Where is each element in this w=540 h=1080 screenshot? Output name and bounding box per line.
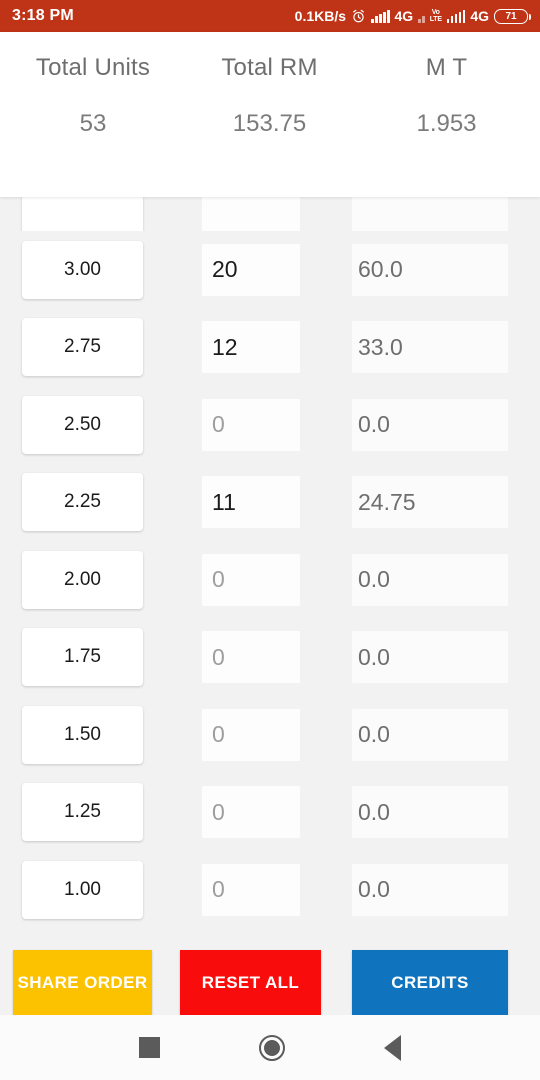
price-chip[interactable]: 2.50 <box>22 395 143 454</box>
alarm-clock-icon <box>353 9 364 22</box>
sim2-network-label: 4G <box>470 8 489 24</box>
network-speed-label: 0.1KB/s <box>294 8 347 24</box>
summary-column-mt: M T 1.953 <box>353 32 540 138</box>
quantity-input[interactable]: 0 <box>202 786 300 839</box>
price-chip[interactable]: 2.75 <box>22 318 143 377</box>
order-list[interactable]: 3.00 20 60.0 2.75 12 33.0 2.50 0 0.0 2.25 11 24.75 2… <box>0 185 540 930</box>
status-bar-icons: 0.1KB/s 4G Vo LTE 4G 71 <box>294 8 531 24</box>
volte-top-label: Vo <box>431 9 440 16</box>
price-chip[interactable]: 1.75 <box>22 628 143 687</box>
quantity-input[interactable]: 0 <box>202 398 300 451</box>
summary-value: 153.75 <box>232 110 307 137</box>
summary-label: Total RM <box>221 54 318 81</box>
table-row[interactable]: 2.00 0 0.0 <box>0 541 540 619</box>
quantity-input[interactable]: 0 <box>202 708 300 761</box>
credits-button[interactable]: CREDITS <box>352 950 508 1015</box>
square-recents-icon[interactable] <box>139 1037 161 1058</box>
quantity-input[interactable]: 12 <box>202 321 300 374</box>
app-screen: 3:18 PM 0.1KB/s 4G Vo LTE 4G 71 Total Un… <box>0 0 540 1080</box>
row-total-value: 24.75 <box>352 476 508 529</box>
volte-bottom-label: LTE <box>429 16 442 23</box>
price-chip[interactable]: 1.00 <box>22 860 143 919</box>
summary-value: 53 <box>79 110 107 137</box>
sim1-network-label: 4G <box>394 8 414 24</box>
android-nav-bar <box>0 1015 540 1080</box>
sim2-signal-bars-icon <box>446 9 466 23</box>
status-bar: 3:18 PM 0.1KB/s 4G Vo LTE 4G 71 <box>0 0 540 32</box>
sim1-signal-bars-icon <box>371 9 390 23</box>
battery-percent-label: 71 <box>505 10 517 22</box>
table-row[interactable]: 3.00 20 60.0 <box>0 231 540 309</box>
table-row[interactable]: 2.75 12 33.0 <box>0 309 540 387</box>
row-total-value: 60.0 <box>352 243 508 296</box>
summary-label: Total Units <box>35 54 151 81</box>
price-chip[interactable]: 3.00 <box>22 240 143 299</box>
quantity-input[interactable]: 0 <box>202 863 300 916</box>
triangle-back-icon[interactable] <box>383 1034 401 1061</box>
sim1-data-bars-icon <box>418 10 425 23</box>
quantity-input[interactable]: 11 <box>202 476 300 529</box>
circle-home-icon[interactable] <box>258 1034 285 1061</box>
price-chip[interactable]: 1.50 <box>22 705 143 764</box>
status-bar-clock: 3:18 PM <box>12 7 74 24</box>
table-row[interactable]: 1.75 0 0.0 <box>0 619 540 697</box>
summary-column-total-units: Total Units 53 <box>0 32 186 138</box>
row-total-value: 0.0 <box>352 863 508 916</box>
action-bar: SHARE ORDER RESET ALL CREDITS <box>0 950 540 1015</box>
quantity-input[interactable]: 20 <box>202 243 300 296</box>
table-row[interactable]: 2.50 0 0.0 <box>0 386 540 464</box>
price-chip[interactable]: 2.25 <box>22 473 143 532</box>
row-total-value: 33.0 <box>352 321 508 374</box>
row-total-value: 0.0 <box>352 553 508 606</box>
row-total-value: 0.0 <box>352 708 508 761</box>
quantity-input[interactable]: 0 <box>202 631 300 684</box>
row-total-value: 0.0 <box>352 631 508 684</box>
price-chip[interactable]: 1.25 <box>22 783 143 842</box>
battery-icon: 71 <box>494 8 531 24</box>
row-total-value: 0.0 <box>352 786 508 839</box>
row-total-value: 0.0 <box>352 398 508 451</box>
table-row[interactable]: 2.25 11 24.75 <box>0 464 540 542</box>
table-row[interactable]: 1.00 0 0.0 <box>0 851 540 929</box>
reset-all-button[interactable]: RESET ALL <box>180 950 321 1015</box>
summary-label: M T <box>425 54 468 81</box>
share-order-button[interactable]: SHARE ORDER <box>13 950 152 1015</box>
summary-header: Total Units 53 Total RM 153.75 M T 1.953 <box>0 32 540 197</box>
summary-column-total-rm: Total RM 153.75 <box>186 32 353 138</box>
price-chip[interactable]: 2.00 <box>22 550 143 609</box>
volte-icon: Vo LTE <box>430 9 442 23</box>
quantity-input[interactable]: 0 <box>202 553 300 606</box>
table-row[interactable]: 1.50 0 0.0 <box>0 696 540 774</box>
summary-value: 1.953 <box>416 110 477 137</box>
table-row[interactable]: 1.25 0 0.0 <box>0 774 540 852</box>
